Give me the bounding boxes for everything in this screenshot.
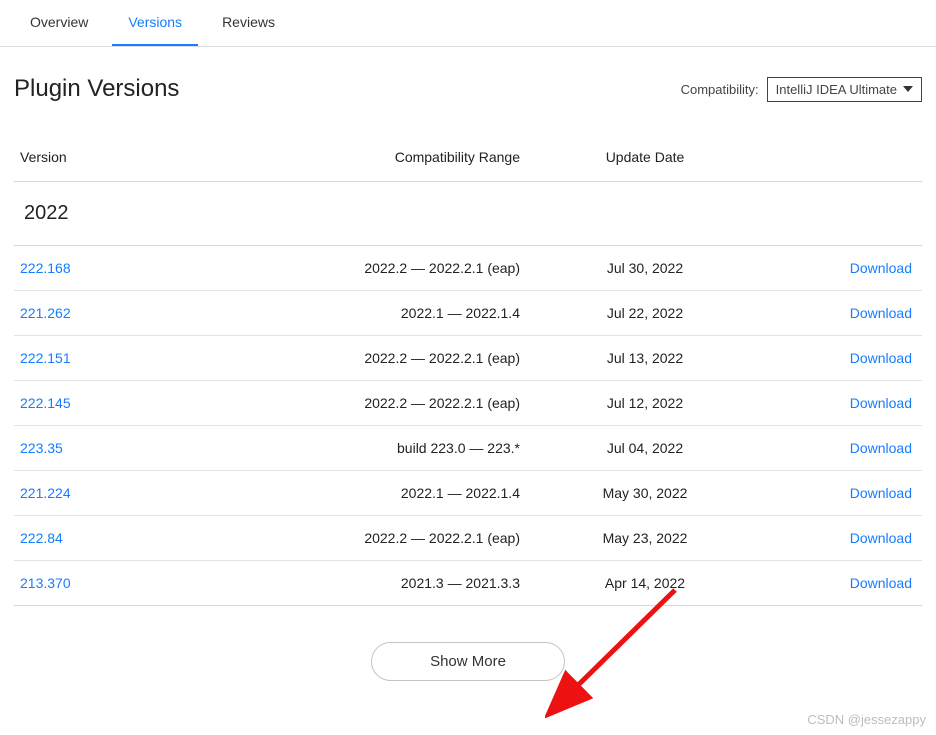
download-link[interactable]: Download [750, 530, 916, 546]
compat-range: 2021.3 — 2021.3.3 [230, 575, 540, 591]
compat-range: build 223.0 — 223.* [230, 440, 540, 456]
update-date: Jul 12, 2022 [540, 395, 750, 411]
table-row: 222.1512022.2 — 2022.2.1 (eap)Jul 13, 20… [14, 336, 922, 381]
table-row: 222.1452022.2 — 2022.2.1 (eap)Jul 12, 20… [14, 381, 922, 426]
version-link[interactable]: 222.168 [20, 260, 230, 276]
version-link[interactable]: 221.262 [20, 305, 230, 321]
compat-range: 2022.2 — 2022.2.1 (eap) [230, 350, 540, 366]
version-link[interactable]: 213.370 [20, 575, 230, 591]
version-link[interactable]: 222.151 [20, 350, 230, 366]
header-row: Plugin Versions Compatibility: IntelliJ … [0, 47, 936, 113]
watermark: CSDN @jessezappy [807, 712, 926, 727]
update-date: Jul 30, 2022 [540, 260, 750, 276]
table-row: 222.1682022.2 — 2022.2.1 (eap)Jul 30, 20… [14, 246, 922, 291]
download-link[interactable]: Download [750, 485, 916, 501]
version-link[interactable]: 223.35 [20, 440, 230, 456]
col-header-compat: Compatibility Range [230, 149, 540, 165]
compat-range: 2022.2 — 2022.2.1 (eap) [230, 530, 540, 546]
download-link[interactable]: Download [750, 395, 916, 411]
table-row: 222.842022.2 — 2022.2.1 (eap)May 23, 202… [14, 516, 922, 561]
group-year: 2022 [14, 182, 922, 246]
compatibility-selected: IntelliJ IDEA Ultimate [776, 82, 897, 97]
update-date: Jul 04, 2022 [540, 440, 750, 456]
version-link[interactable]: 222.145 [20, 395, 230, 411]
compat-range: 2022.1 — 2022.1.4 [230, 485, 540, 501]
version-link[interactable]: 222.84 [20, 530, 230, 546]
update-date: May 30, 2022 [540, 485, 750, 501]
col-header-version: Version [20, 149, 230, 165]
versions-table: Version Compatibility Range Update Date … [0, 113, 936, 691]
version-link[interactable]: 221.224 [20, 485, 230, 501]
compat-range: 2022.2 — 2022.2.1 (eap) [230, 395, 540, 411]
tab-versions[interactable]: Versions [112, 0, 198, 46]
col-header-date: Update Date [540, 149, 750, 165]
update-date: Jul 22, 2022 [540, 305, 750, 321]
tab-reviews[interactable]: Reviews [206, 0, 291, 46]
compatibility-label: Compatibility: [681, 82, 759, 97]
update-date: May 23, 2022 [540, 530, 750, 546]
compatibility-select[interactable]: IntelliJ IDEA Ultimate [767, 77, 922, 102]
download-link[interactable]: Download [750, 305, 916, 321]
update-date: Apr 14, 2022 [540, 575, 750, 591]
update-date: Jul 13, 2022 [540, 350, 750, 366]
compat-range: 2022.2 — 2022.2.1 (eap) [230, 260, 540, 276]
show-more-button[interactable]: Show More [371, 642, 565, 681]
tab-overview[interactable]: Overview [14, 0, 104, 46]
chevron-down-icon [903, 86, 913, 92]
tabs-bar: Overview Versions Reviews [0, 0, 936, 47]
download-link[interactable]: Download [750, 575, 916, 591]
download-link[interactable]: Download [750, 440, 916, 456]
table-row: 221.2242022.1 — 2022.1.4May 30, 2022Down… [14, 471, 922, 516]
download-link[interactable]: Download [750, 260, 916, 276]
table-row: 213.3702021.3 — 2021.3.3Apr 14, 2022Down… [14, 561, 922, 606]
table-header: Version Compatibility Range Update Date [14, 133, 922, 182]
page-title: Plugin Versions [14, 75, 179, 103]
table-row: 223.35build 223.0 — 223.*Jul 04, 2022Dow… [14, 426, 922, 471]
compatibility-filter: Compatibility: IntelliJ IDEA Ultimate [681, 77, 922, 102]
download-link[interactable]: Download [750, 350, 916, 366]
compat-range: 2022.1 — 2022.1.4 [230, 305, 540, 321]
table-row: 221.2622022.1 — 2022.1.4Jul 22, 2022Down… [14, 291, 922, 336]
